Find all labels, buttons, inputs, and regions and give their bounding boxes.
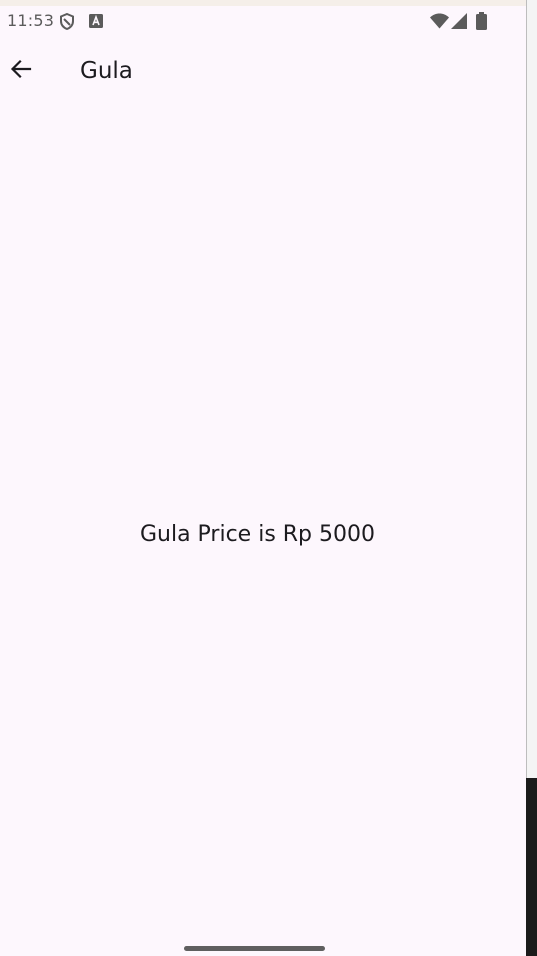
gesture-navigation-bar[interactable] [184, 946, 325, 951]
battery-icon [476, 12, 487, 30]
app-bar: Gula [0, 44, 526, 102]
wifi-icon [430, 13, 449, 29]
cell-signal-icon [451, 13, 467, 29]
back-button[interactable] [3, 51, 39, 87]
arrow-back-icon [10, 59, 32, 79]
shield-icon [60, 13, 74, 30]
page-title: Gula [80, 58, 133, 84]
status-bar: 11:53 [0, 6, 526, 36]
window-edge-dark [526, 778, 537, 956]
app-screen: 11:53 Gula Gula Price is Rp 5000 [0, 0, 526, 956]
price-message: Gula Price is Rp 5000 [139, 522, 376, 547]
text-a-notification-icon [89, 14, 103, 28]
status-time: 11:53 [7, 11, 55, 30]
